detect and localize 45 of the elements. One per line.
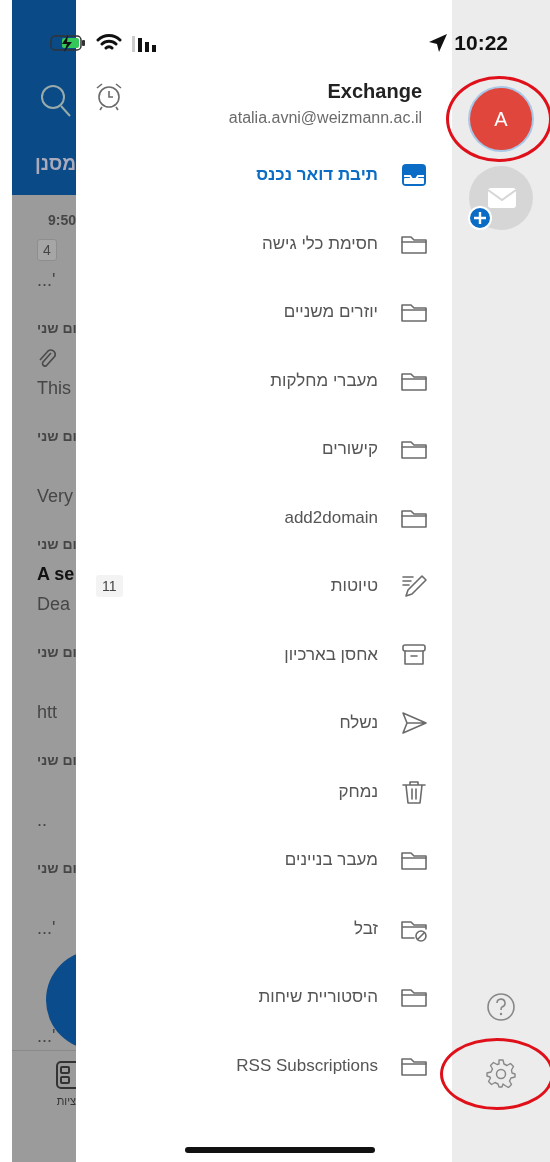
message-preview: Very bbox=[37, 485, 75, 507]
message-date: ום שני bbox=[37, 428, 76, 444]
message-subject: A se bbox=[37, 563, 75, 585]
message-date: ום שני bbox=[37, 860, 76, 876]
battery-charging-icon bbox=[50, 34, 86, 52]
filter-label: מסנן bbox=[35, 153, 76, 175]
unread-count: 11 bbox=[96, 575, 123, 598]
account-email: atalia.avni@weizmann.ac.il bbox=[228, 109, 422, 127]
folder-item[interactable]: add2domain bbox=[76, 483, 452, 552]
folder-item[interactable]: נמחק bbox=[76, 757, 452, 826]
folder-item[interactable]: תיבת דואר נכנס bbox=[76, 141, 452, 210]
message-preview: .. bbox=[37, 809, 48, 831]
folder-item[interactable]: יוזרים משניים bbox=[76, 278, 452, 347]
alarm-clock-icon[interactable] bbox=[94, 81, 124, 111]
apps-icon bbox=[56, 1061, 76, 1089]
thread-count: 4 bbox=[37, 239, 57, 261]
message-date: 9:50 bbox=[47, 212, 76, 228]
folder-item[interactable]: זבל bbox=[76, 894, 452, 963]
clock-time: 10:22 bbox=[454, 31, 508, 55]
add-mail-account-icon[interactable] bbox=[468, 166, 534, 232]
message-preview: This bbox=[37, 377, 72, 399]
message-date: ום שני bbox=[37, 320, 76, 336]
account-avatar[interactable]: A bbox=[470, 88, 532, 150]
folder-item[interactable]: מעברי מחלקות bbox=[76, 346, 452, 415]
folder-item[interactable]: קישורים bbox=[76, 415, 452, 484]
message-date: ום שני bbox=[37, 536, 76, 552]
message-preview: ...' bbox=[37, 1025, 57, 1047]
message-preview: htt bbox=[37, 701, 58, 723]
folder-item[interactable]: מעבר בניינים bbox=[76, 826, 452, 895]
message-date: ום שני bbox=[37, 752, 76, 768]
search-icon bbox=[40, 84, 72, 118]
location-arrow-icon bbox=[428, 33, 449, 53]
folder-item[interactable]: אחסן בארכיון bbox=[76, 620, 452, 689]
folder-item[interactable]: RSS Subscriptions bbox=[76, 1031, 452, 1100]
account-name: Exchange bbox=[327, 80, 422, 103]
message-date: ום שני bbox=[37, 644, 76, 660]
message-preview: ...' bbox=[37, 269, 57, 291]
help-icon[interactable] bbox=[486, 992, 516, 1022]
folder-item[interactable]: חסימת כלי גישה bbox=[76, 209, 452, 278]
settings-icon[interactable] bbox=[486, 1058, 516, 1088]
folder-item[interactable]: היסטוריית שיחות bbox=[76, 963, 452, 1032]
tab-label: ציות bbox=[56, 1095, 76, 1107]
message-preview: ...' bbox=[37, 917, 57, 939]
folder-item[interactable]: נשלח bbox=[76, 689, 452, 758]
message-preview: Dea bbox=[37, 593, 72, 615]
